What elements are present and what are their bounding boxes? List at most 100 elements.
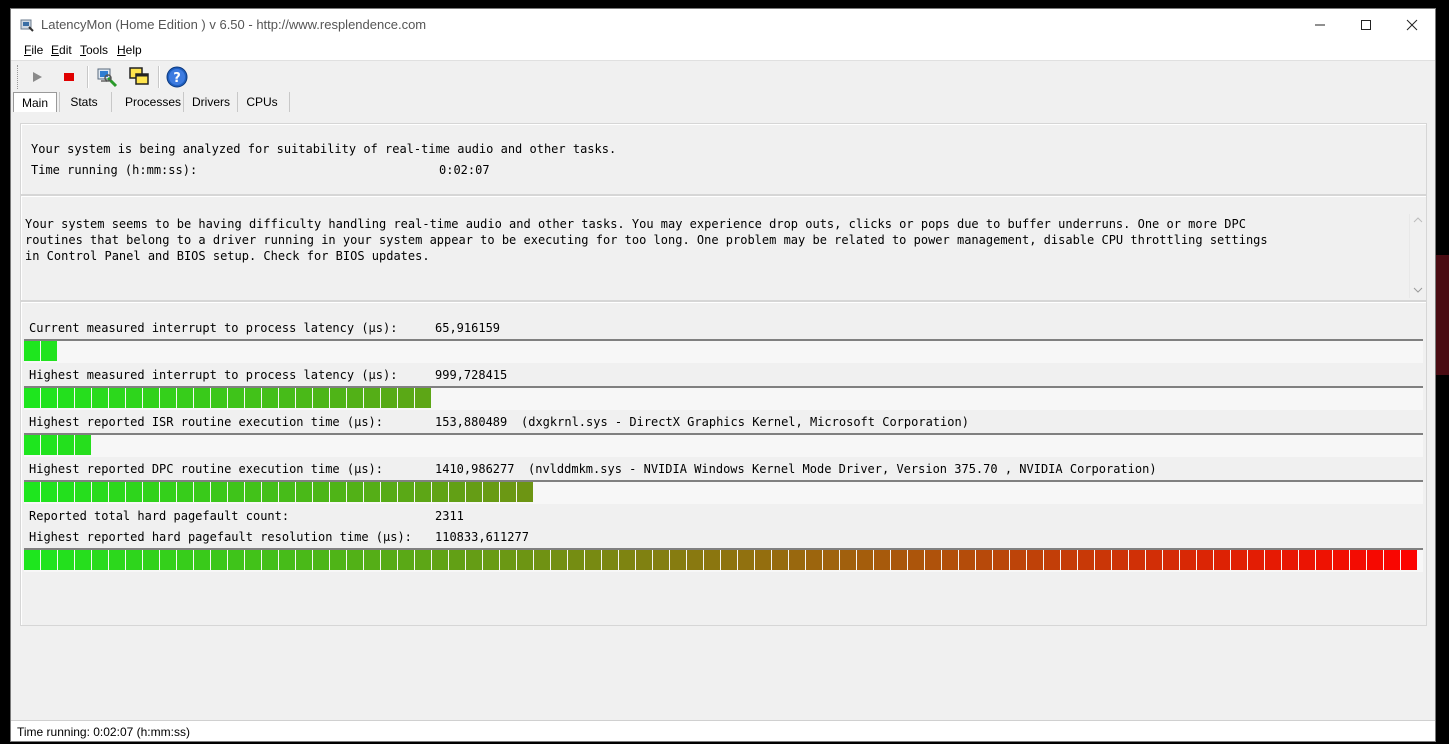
measurement-detail: (nvlddmkm.sys - NVIDIA Windows Kernel Mo… (528, 462, 1157, 476)
meter-segment (653, 550, 669, 570)
menu-help[interactable]: Help (117, 43, 142, 57)
conclusion-scrollbar[interactable] (1409, 214, 1426, 298)
meter-segment (160, 482, 176, 502)
meter-segment (313, 388, 329, 408)
meter-segment (364, 388, 380, 408)
help-icon: ? (166, 66, 188, 88)
meter-segment (245, 482, 261, 502)
meter-segment (177, 550, 193, 570)
analyze-button[interactable] (95, 66, 119, 88)
meter-segment (449, 482, 465, 502)
tab-stats[interactable]: Stats (61, 92, 107, 112)
meter-segment (568, 550, 584, 570)
meter-segment (1333, 550, 1349, 570)
meter-segment (466, 482, 482, 502)
tab-strip: Main Stats Processes Drivers CPUs (11, 92, 1435, 114)
meter-segment (41, 341, 57, 361)
meter-segment (942, 550, 958, 570)
tab-separator (237, 92, 238, 112)
meter-segment (381, 388, 397, 408)
toolbar-separator (158, 66, 160, 88)
conclusion-line: Your system seems to be having difficult… (25, 217, 1246, 231)
tab-drivers[interactable]: Drivers (185, 92, 237, 112)
meter-segment (24, 482, 40, 502)
title-bar[interactable]: LatencyMon (Home Edition ) v 6.50 - http… (11, 9, 1435, 41)
meter-segment (874, 550, 890, 570)
close-icon (1406, 19, 1418, 31)
analysis-status-panel: Your system is being analyzed for suitab… (20, 123, 1427, 195)
meter-segment (41, 388, 57, 408)
status-bar: Time running: 0:02:07 (h:mm:ss) (11, 720, 1435, 741)
meter-segment (126, 482, 142, 502)
meter-segment (636, 550, 652, 570)
meter-segment (296, 550, 312, 570)
menu-tools[interactable]: Tools (80, 43, 108, 57)
meter-segment (500, 482, 516, 502)
scroll-up-icon[interactable] (1413, 216, 1423, 224)
meter-segment (517, 550, 533, 570)
meter-segment (24, 341, 40, 361)
meter-segment (619, 550, 635, 570)
meter-segment (143, 482, 159, 502)
time-running-value: 0:02:07 (439, 163, 490, 177)
meter-segment (738, 550, 754, 570)
meter-segment (245, 388, 261, 408)
meter-segment (75, 388, 91, 408)
latency-bar (24, 548, 1423, 572)
close-button[interactable] (1389, 9, 1435, 41)
latency-bar (24, 386, 1423, 410)
meter-segment (1197, 550, 1213, 570)
meter-segment (1180, 550, 1196, 570)
meter-segment (483, 550, 499, 570)
tab-cpus[interactable]: CPUs (239, 92, 285, 112)
toolbar-separator (87, 66, 89, 88)
meter-segment (24, 435, 40, 455)
meter-segment (1061, 550, 1077, 570)
meter-segment (364, 482, 380, 502)
measurement-detail: (dxgkrnl.sys - DirectX Graphics Kernel, … (521, 415, 969, 429)
meter-segment (976, 550, 992, 570)
meter-segment (517, 482, 533, 502)
help-button[interactable]: ? (165, 66, 189, 88)
minimize-icon (1315, 24, 1325, 26)
meter-segment (109, 482, 125, 502)
latency-bar (24, 433, 1423, 457)
measurement-label: Highest reported DPC routine execution t… (29, 462, 384, 476)
tab-separator (183, 92, 184, 112)
meter-segment (1316, 550, 1332, 570)
maximize-button[interactable] (1343, 9, 1389, 41)
analyze-icon (97, 68, 118, 88)
scroll-down-icon[interactable] (1413, 286, 1423, 294)
meter-segment (1129, 550, 1145, 570)
start-button[interactable] (25, 66, 49, 88)
stop-button[interactable] (57, 66, 81, 88)
minimize-button[interactable] (1297, 9, 1343, 41)
windows-button[interactable] (127, 66, 151, 88)
meter-segment (415, 482, 431, 502)
toolbar-grip[interactable] (17, 65, 20, 89)
meter-segment (194, 550, 210, 570)
meter-segment (347, 550, 363, 570)
menu-edit[interactable]: Edit (51, 43, 72, 57)
meter-segment (177, 388, 193, 408)
meter-segment (262, 550, 278, 570)
meter-segment (364, 550, 380, 570)
meter-segment (432, 550, 448, 570)
meter-segment (398, 388, 414, 408)
meter-segment (262, 482, 278, 502)
meter-segment (500, 550, 516, 570)
tab-main[interactable]: Main (13, 92, 57, 112)
meter-segment (313, 482, 329, 502)
measurement-value: 110833,611277 (435, 530, 529, 544)
conclusion-panel: Your system seems to be having difficult… (20, 195, 1427, 301)
meter-segment (755, 550, 771, 570)
meter-segment (1231, 550, 1247, 570)
meter-segment (1265, 550, 1281, 570)
meter-segment (823, 550, 839, 570)
meter-segment (806, 550, 822, 570)
tab-processes[interactable]: Processes (113, 92, 193, 112)
meter-segment (687, 550, 703, 570)
meter-segment (721, 550, 737, 570)
meter-segment (1401, 550, 1417, 570)
menu-file[interactable]: File (24, 43, 43, 57)
